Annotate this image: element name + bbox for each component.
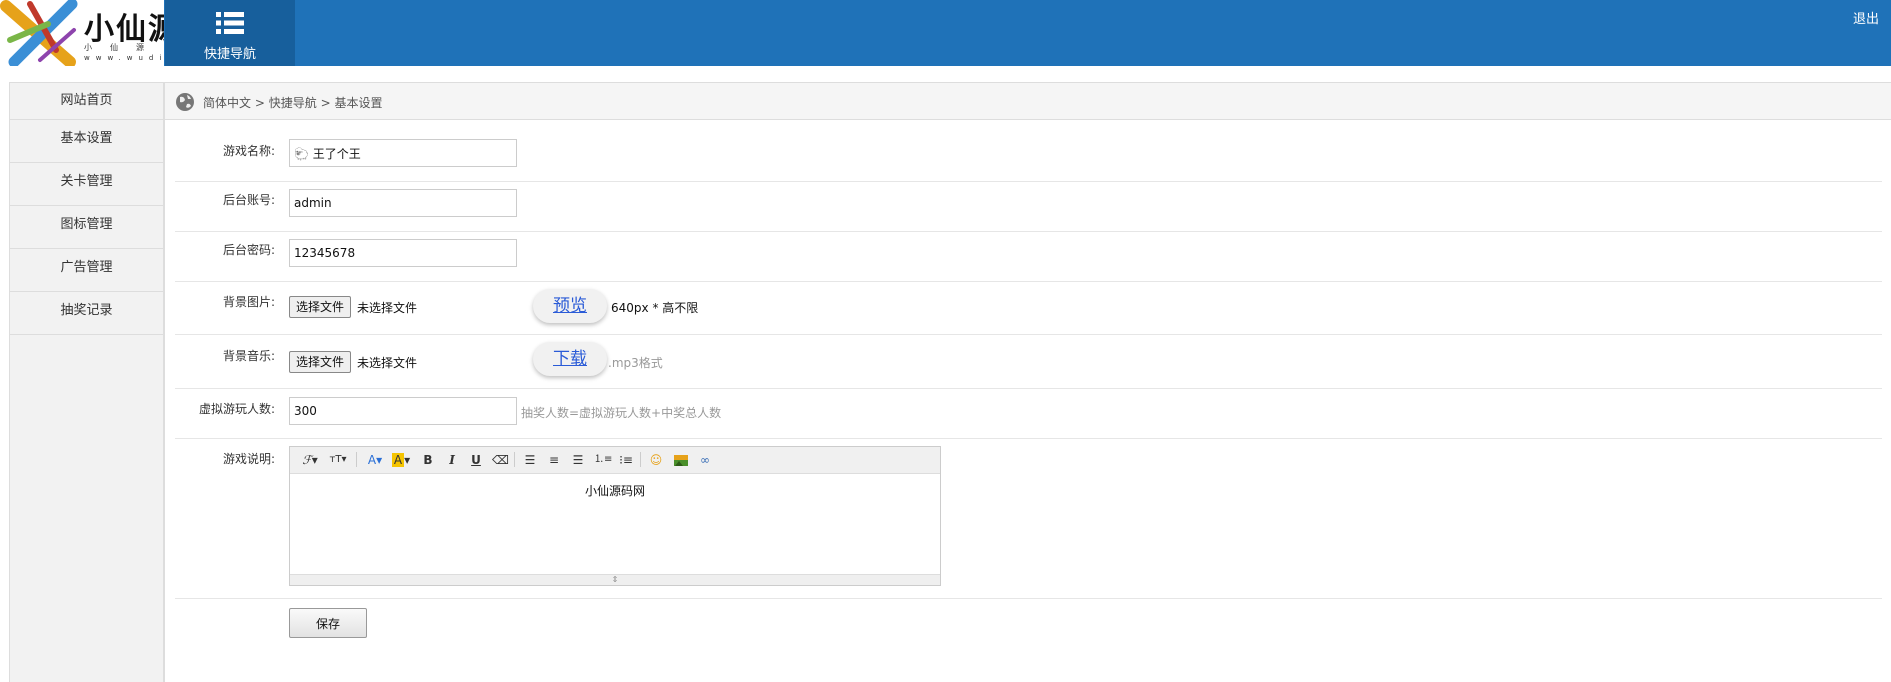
admin-password-label: 后台密码: xyxy=(222,243,275,257)
align-left-icon[interactable]: ☰ xyxy=(522,451,538,469)
preview-link[interactable]: 预览 xyxy=(533,289,607,323)
background-image-file-status: 未选择文件 xyxy=(357,301,418,315)
emoji-icon[interactable]: ☺ xyxy=(648,451,664,469)
game-name-input[interactable] xyxy=(289,139,517,167)
breadcrumb-item-language[interactable]: 简体中文 xyxy=(203,96,251,110)
unordered-list-icon[interactable]: ⁝≡ xyxy=(618,451,634,469)
virtual-players-label: 虚拟游玩人数: xyxy=(198,402,275,416)
breadcrumb-separator: > xyxy=(254,96,265,110)
admin-account-input[interactable] xyxy=(289,189,517,217)
background-music-label: 背景音乐: xyxy=(222,349,275,363)
breadcrumb-trail: 简体中文 > 快捷导航 > 基本设置 xyxy=(203,94,382,111)
sidebar-item-lottery-records[interactable]: 抽奖记录 xyxy=(10,292,163,335)
toolbar-divider xyxy=(356,452,357,467)
breadcrumb-separator: > xyxy=(320,96,331,110)
italic-icon[interactable]: I xyxy=(444,451,460,469)
sidebar-item-levels[interactable]: 关卡管理 xyxy=(10,163,163,206)
form-row-admin-account: 后台账号: xyxy=(175,181,1882,232)
logo-x-icon xyxy=(0,0,78,66)
quick-nav-label: 快捷导航 xyxy=(203,47,256,62)
list-icon xyxy=(216,12,244,34)
image-icon[interactable] xyxy=(672,451,690,469)
editor-toolbar: ℱ▾ ᴛT▾ A▾ A ▾ B I U ⌫ ☰ ≡ ☰ ⒈≡ ⁝≡ ☺ ∞ xyxy=(290,447,940,474)
font-size-icon[interactable]: ᴛT▾ xyxy=(326,451,350,469)
main-content: 简体中文 > 快捷导航 > 基本设置 游戏名称: 后台账号: 后台密码: 背景图… xyxy=(164,82,1891,682)
form-row-game-name: 游戏名称: xyxy=(175,132,1882,182)
admin-account-label: 后台账号: xyxy=(222,193,275,207)
editor-content[interactable]: 小仙源码网 xyxy=(290,474,940,560)
font-color-icon[interactable]: A▾ xyxy=(364,451,386,469)
breadcrumb-item-quicknav[interactable]: 快捷导航 xyxy=(269,96,317,110)
save-button[interactable]: 保存 xyxy=(289,608,367,638)
site-logo[interactable]: 小仙源 小仙源 www.wudi xyxy=(0,0,164,66)
background-music-hint: .mp3格式 xyxy=(608,356,663,370)
form-row-background-image: 背景图片: 选择文件 未选择文件 预览 640px * 高不限 xyxy=(175,281,1882,335)
admin-password-input[interactable] xyxy=(289,239,517,267)
sidebar-item-ads[interactable]: 广告管理 xyxy=(10,249,163,292)
highlight-color-icon[interactable]: A ▾ xyxy=(390,451,412,469)
virtual-players-input[interactable] xyxy=(289,397,517,425)
sidebar: 网站首页 基本设置 关卡管理 图标管理 广告管理 抽奖记录 xyxy=(9,82,164,682)
breadcrumb: 简体中文 > 快捷导航 > 基本设置 xyxy=(165,82,1891,120)
background-music-file-status: 未选择文件 xyxy=(357,356,418,370)
link-icon[interactable]: ∞ xyxy=(696,451,714,469)
ordered-list-icon[interactable]: ⒈≡ xyxy=(594,451,612,469)
form-row-save: 保存 xyxy=(175,598,1882,658)
background-image-hint: 640px * 高不限 xyxy=(611,301,699,315)
form-row-background-music: 背景音乐: 选择文件 未选择文件 下载 .mp3格式 xyxy=(175,334,1882,389)
game-name-label: 游戏名称: xyxy=(222,144,275,158)
top-header: 小仙源 小仙源 www.wudi 快捷导航 退出 xyxy=(0,0,1891,66)
editor-resize-handle[interactable]: ⇕ xyxy=(290,574,940,585)
game-description-label: 游戏说明: xyxy=(222,452,275,466)
form-row-admin-password: 后台密码: xyxy=(175,231,1882,282)
logo-subtitle: 小仙源 xyxy=(84,43,162,52)
toolbar-divider xyxy=(640,452,641,467)
globe-icon xyxy=(176,93,194,111)
sidebar-item-icons[interactable]: 图标管理 xyxy=(10,206,163,249)
download-link[interactable]: 下载 xyxy=(533,342,607,376)
logo-url: www.wudi xyxy=(84,54,164,62)
toolbar-divider xyxy=(514,452,515,467)
background-music-file-button[interactable]: 选择文件 xyxy=(289,351,352,373)
breadcrumb-item-current: 基本设置 xyxy=(334,96,383,110)
logout-link[interactable]: 退出 xyxy=(1853,8,1879,27)
underline-icon[interactable]: U xyxy=(468,451,484,469)
form-row-game-description: 游戏说明: ℱ▾ ᴛT▾ A▾ A ▾ B I U ⌫ ☰ ≡ ☰ ⒈≡ ⁝≡ ☺ xyxy=(175,438,1882,599)
virtual-players-hint: 抽奖人数=虚拟游玩人数+中奖总人数 xyxy=(521,406,722,420)
eraser-icon[interactable]: ⌫ xyxy=(492,451,509,469)
form-row-virtual-players: 虚拟游玩人数: 抽奖人数=虚拟游玩人数+中奖总人数 xyxy=(175,388,1882,439)
sidebar-item-home[interactable]: 网站首页 xyxy=(10,83,163,120)
quick-nav-button[interactable]: 快捷导航 xyxy=(165,0,295,66)
align-right-icon[interactable]: ☰ xyxy=(570,451,586,469)
font-family-icon[interactable]: ℱ▾ xyxy=(298,451,322,469)
sidebar-item-basic-settings[interactable]: 基本设置 xyxy=(10,120,163,163)
rich-text-editor: ℱ▾ ᴛT▾ A▾ A▾ B I U ⌫ ☰ ≡ ☰ ⒈≡ ⁝≡ ☺ ∞ 小仙 xyxy=(289,446,941,586)
align-center-icon[interactable]: ≡ xyxy=(546,451,562,469)
background-image-file-button[interactable]: 选择文件 xyxy=(289,296,352,318)
bold-icon[interactable]: B xyxy=(420,451,436,469)
background-image-label: 背景图片: xyxy=(222,295,275,309)
